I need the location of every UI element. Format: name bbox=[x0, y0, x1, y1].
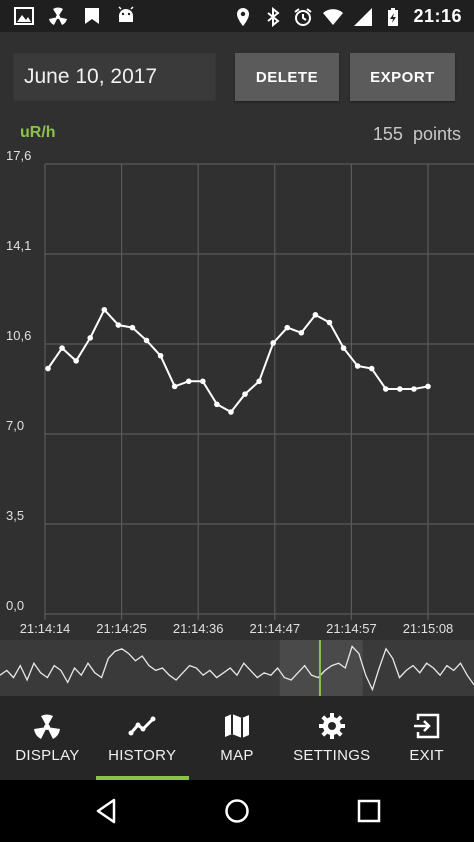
data-point bbox=[200, 378, 206, 385]
tab-settings[interactable]: SETTINGS bbox=[284, 696, 379, 780]
signal-icon bbox=[354, 7, 373, 26]
data-point bbox=[157, 352, 164, 359]
tab-label: DISPLAY bbox=[15, 747, 80, 764]
x-tick-label: 21:14:25 bbox=[96, 621, 147, 636]
wifi-icon bbox=[323, 8, 344, 25]
recents-icon[interactable] bbox=[357, 799, 381, 823]
data-point bbox=[59, 345, 65, 351]
y-tick-label: 17,6 bbox=[6, 150, 31, 163]
data-point bbox=[214, 401, 220, 408]
series-line bbox=[47, 307, 429, 414]
export-button[interactable]: EXPORT bbox=[350, 53, 455, 101]
y-tick-label: 0,0 bbox=[6, 598, 24, 613]
data-point bbox=[129, 324, 136, 331]
radiation-icon bbox=[34, 714, 61, 739]
tab-label: SETTINGS bbox=[293, 747, 371, 764]
exit-icon bbox=[413, 713, 439, 739]
home-icon[interactable] bbox=[224, 798, 250, 824]
data-point bbox=[87, 335, 94, 341]
bluetooth-icon bbox=[267, 6, 281, 27]
status-bar: 21:16 bbox=[0, 0, 474, 32]
overview-strip[interactable] bbox=[0, 640, 474, 696]
data-point bbox=[354, 363, 361, 369]
data-point bbox=[143, 337, 150, 344]
back-icon[interactable] bbox=[94, 798, 118, 824]
data-point bbox=[171, 383, 178, 390]
bottom-navigation: DISPLAY HISTORY MAP SETTINGS EXIT bbox=[0, 696, 474, 780]
data-point bbox=[411, 386, 417, 392]
image-icon bbox=[14, 7, 34, 25]
data-point bbox=[382, 386, 389, 392]
y-tick-label: 3,5 bbox=[6, 508, 24, 523]
chart-line-icon bbox=[128, 716, 156, 736]
tab-exit[interactable]: EXIT bbox=[379, 696, 474, 780]
tab-label: HISTORY bbox=[108, 747, 177, 764]
data-point bbox=[368, 365, 375, 372]
tab-label: EXIT bbox=[409, 747, 444, 764]
points-label: points bbox=[412, 124, 461, 144]
data-point bbox=[270, 340, 276, 346]
data-point bbox=[228, 409, 234, 415]
data-point bbox=[115, 322, 122, 328]
data-point bbox=[340, 345, 347, 351]
overview-svg bbox=[0, 640, 474, 696]
battery-icon bbox=[388, 7, 399, 26]
android-icon bbox=[118, 6, 134, 22]
map-icon bbox=[224, 714, 249, 738]
data-point bbox=[425, 383, 431, 390]
history-chart[interactable]: 0,0 3,5 7,0 10,6 14,1 17,6 21:14:14 21:14:25 21… bbox=[0, 150, 474, 640]
gear-icon bbox=[318, 713, 345, 739]
x-tick-label: 21:14:57 bbox=[326, 621, 377, 636]
tab-display[interactable]: DISPLAY bbox=[0, 696, 95, 780]
overview-window[interactable] bbox=[279, 640, 363, 696]
tab-map[interactable]: MAP bbox=[190, 696, 285, 780]
points-summary: 155 points bbox=[373, 124, 461, 145]
history-chart-svg: 0,0 3,5 7,0 10,6 14,1 17,6 21:14:14 21:14:25 21… bbox=[6, 150, 474, 636]
y-tick-label: 10,6 bbox=[6, 328, 31, 343]
tab-label: MAP bbox=[220, 747, 254, 764]
x-tick-label: 21:15:08 bbox=[403, 621, 454, 636]
delete-button[interactable]: DELETE bbox=[235, 53, 339, 101]
location-icon bbox=[237, 7, 250, 26]
alarm-icon bbox=[294, 7, 313, 26]
status-time: 21:16 bbox=[413, 6, 462, 26]
data-point bbox=[185, 378, 192, 385]
unit-label: uR/h bbox=[20, 124, 56, 141]
y-tick-label: 7,0 bbox=[6, 418, 24, 433]
overview-line bbox=[0, 645, 474, 692]
data-point bbox=[397, 386, 403, 392]
date-selector[interactable]: June 10, 2017 bbox=[13, 53, 216, 101]
radiation-icon bbox=[49, 7, 67, 25]
data-point bbox=[312, 312, 319, 318]
system-navigation-bar bbox=[0, 780, 474, 842]
tab-history[interactable]: HISTORY bbox=[95, 696, 190, 780]
data-point bbox=[242, 391, 248, 397]
data-point bbox=[256, 378, 262, 385]
history-toolbar: June 10, 2017 DELETE EXPORT bbox=[0, 32, 474, 114]
data-point bbox=[298, 329, 305, 336]
y-tick-label: 14,1 bbox=[6, 238, 31, 253]
data-point bbox=[101, 306, 108, 313]
x-tick-label: 21:14:14 bbox=[20, 621, 71, 636]
x-tick-label: 21:14:47 bbox=[249, 621, 300, 636]
data-point bbox=[284, 324, 291, 331]
data-point bbox=[326, 319, 333, 326]
x-tick-label: 21:14:36 bbox=[173, 621, 224, 636]
data-point bbox=[45, 365, 51, 372]
data-point bbox=[73, 358, 79, 364]
bookmark-icon bbox=[85, 8, 99, 24]
points-count: 155 bbox=[372, 124, 403, 144]
